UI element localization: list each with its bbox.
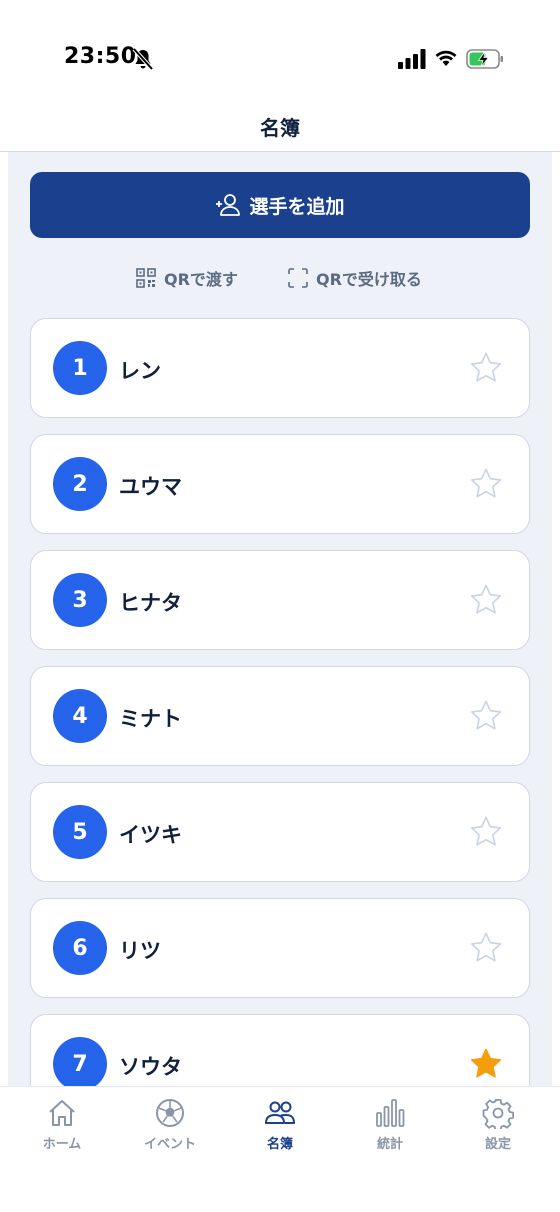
qr-send-button[interactable]: QRで渡す — [136, 266, 238, 290]
jersey-number-badge: 2 — [53, 457, 107, 511]
battery-charging-icon — [466, 49, 503, 69]
status-bar: 23:50 — [0, 0, 560, 100]
navigation-header: 名簿 — [0, 100, 560, 152]
scan-frame-icon — [288, 268, 308, 288]
player-card[interactable]: 6 リツ — [30, 898, 530, 998]
tab-label: 統計 — [376, 1137, 403, 1152]
people-icon — [265, 1101, 295, 1124]
star-icon[interactable] — [469, 583, 503, 617]
jersey-number-badge: 6 — [53, 921, 107, 975]
status-time: 23:50 — [64, 44, 137, 69]
page-title: 名簿 — [260, 116, 300, 140]
player-card[interactable]: 3 ヒナタ — [30, 550, 530, 650]
cellular-signal-icon — [398, 49, 426, 69]
qr-send-label: QRで渡す — [164, 270, 238, 289]
player-card[interactable]: 4 ミナト — [30, 666, 530, 766]
star-icon[interactable] — [469, 351, 503, 385]
tab-label: 名簿 — [266, 1137, 293, 1152]
star-icon[interactable] — [469, 931, 503, 965]
tab-home[interactable]: ホーム — [6, 1097, 118, 1157]
star-icon[interactable] — [469, 467, 503, 501]
qr-receive-button[interactable]: QRで受け取る — [288, 266, 422, 290]
person-add-icon — [216, 194, 241, 216]
tab-bar: ホーム イベント 名簿 統計 設定 — [0, 1086, 560, 1212]
qr-receive-label: QRで受け取る — [316, 270, 422, 289]
player-name: イツキ — [119, 823, 182, 847]
star-icon[interactable] — [469, 699, 503, 733]
tab-stats[interactable]: 統計 — [334, 1097, 446, 1157]
add-player-label: 選手を追加 — [249, 195, 345, 218]
bar-chart-icon — [376, 1099, 405, 1127]
player-name: ヒナタ — [119, 591, 182, 615]
tab-events[interactable]: イベント — [114, 1097, 226, 1157]
tab-label: イベント — [143, 1137, 196, 1152]
player-card[interactable]: 7 ソウタ — [30, 1014, 530, 1086]
player-card[interactable]: 2 ユウマ — [30, 434, 530, 534]
tab-roster[interactable]: 名簿 — [224, 1097, 336, 1157]
star-icon[interactable] — [469, 815, 503, 849]
tab-label: 設定 — [484, 1137, 511, 1152]
soccer-ball-icon — [156, 1099, 184, 1127]
home-icon — [49, 1100, 75, 1126]
jersey-number-badge: 1 — [53, 341, 107, 395]
player-name: ユウマ — [119, 475, 182, 499]
player-name: ミナト — [119, 707, 182, 731]
roster-list: 1 レン 2 ユウマ 3 ヒナタ 4 ミナト 5 イツキ 6 リツ 7 ソウタ — [30, 318, 530, 1086]
bell-slash-icon — [132, 47, 154, 71]
jersey-number-badge: 5 — [53, 805, 107, 859]
player-card[interactable]: 5 イツキ — [30, 782, 530, 882]
wifi-icon — [435, 50, 457, 66]
jersey-number-badge: 3 — [53, 573, 107, 627]
roster-content[interactable]: 選手を追加 QRで渡す QRで受け取る 1 レン 2 ユウマ 3 ヒナタ 4 ミ… — [8, 152, 552, 1086]
add-player-button[interactable]: 選手を追加 — [30, 172, 530, 238]
player-name: リツ — [119, 939, 161, 963]
tab-settings[interactable]: 設定 — [442, 1097, 554, 1157]
jersey-number-badge: 7 — [53, 1037, 107, 1086]
player-card[interactable]: 1 レン — [30, 318, 530, 418]
qr-code-icon — [136, 268, 156, 288]
qr-actions: QRで渡す QRで受け取る — [8, 266, 552, 292]
star-icon[interactable] — [469, 1047, 503, 1081]
player-name: ソウタ — [119, 1055, 182, 1079]
jersey-number-badge: 4 — [53, 689, 107, 743]
gear-icon — [482, 1099, 514, 1129]
tab-label: ホーム — [42, 1137, 82, 1152]
player-name: レン — [119, 359, 161, 383]
